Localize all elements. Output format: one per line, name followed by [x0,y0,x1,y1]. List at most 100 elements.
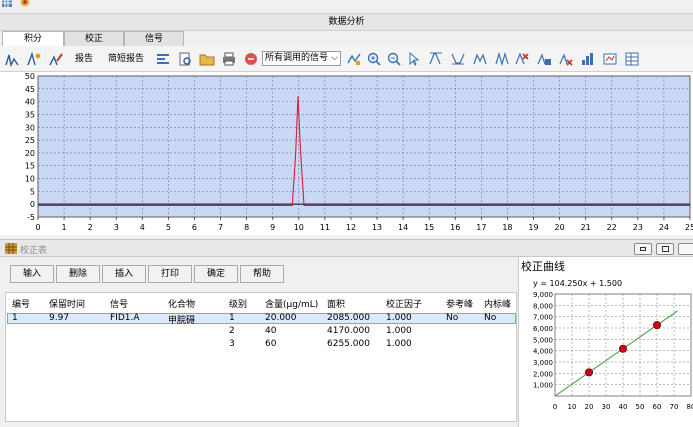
brief-report-button[interactable]: 简短报告 [108,53,144,65]
cell-area[interactable]: 4170.000 [327,326,370,336]
col-header-number[interactable]: 编号 [12,297,30,310]
y-tick-label: 40 [25,98,35,107]
col-header-amount[interactable]: 含量(μg/mL) [265,297,318,310]
x-tick-label: 17 [476,223,486,232]
export-icon[interactable] [602,51,618,67]
y-tick-label: 0 [30,200,35,209]
calibration-window-title: 校正表 [20,246,48,256]
table-icon[interactable] [624,51,640,67]
integrate-icon[interactable] [4,51,20,67]
chromatogram-chart[interactable]: 50454035302520151050-50 1 2 3 4 5 6 7 8 9 10 11 12 13… [0,72,693,235]
x-tick-label: 14 [398,223,408,232]
pointer-icon[interactable] [406,51,422,67]
tangent-icon[interactable] [494,51,510,67]
window-title: 数据分析 [0,13,693,31]
folder-icon[interactable] [199,51,215,67]
cell-factor[interactable]: 1.000 [386,326,412,336]
color-icon[interactable] [346,51,362,67]
col-header-retention-time[interactable]: 保留时间 [49,297,85,310]
manual-integrate-icon[interactable] [26,51,42,67]
y-tick-label: 8,000 [533,302,553,310]
zoom-in-icon[interactable] [366,51,382,67]
x-tick-label: 10 [568,403,577,411]
col-header-compound[interactable]: 化合物 [168,297,195,310]
cell-level[interactable]: 3 [229,339,235,349]
y-tick-label: 10 [25,175,35,184]
y-tick-label: 30 [25,123,35,132]
signal-select[interactable]: 所有调用的信号 ⌵ [262,51,341,66]
y-tick-label: 35 [25,110,35,119]
remove-icon[interactable] [558,51,574,67]
cell-retention-time[interactable]: 9.97 [49,313,69,323]
cell-area[interactable]: 6255.000 [327,339,370,349]
x-tick-label: 50 [636,403,645,411]
split-peak-icon[interactable] [472,51,488,67]
delete-button[interactable]: 删除 [56,265,100,283]
x-tick-label: 70 [670,403,679,411]
grid-icon[interactable] [2,0,12,7]
edit-peak-icon[interactable] [48,51,64,67]
x-tick-label: 60 [653,403,662,411]
chart-icon[interactable] [580,51,596,67]
x-tick-label: 0 [553,403,557,411]
cell-level[interactable]: 1 [229,313,235,323]
col-header-level[interactable]: 级别 [229,297,247,310]
col-header-istd[interactable]: 内标峰 [484,297,511,310]
y-tick-label: 6,000 [533,325,553,333]
cell-amount[interactable]: 60 [265,339,276,349]
insert-button[interactable]: 插入 [102,265,146,283]
cell-compound[interactable]: 甲脘碍 [168,313,195,326]
col-header-reference[interactable]: 参考峰 [446,297,473,310]
cell-number[interactable]: 1 [12,313,18,323]
print-button[interactable]: 打印 [148,265,192,283]
tab-signal[interactable]: 信号 [124,31,184,46]
help-button[interactable]: 帮助 [240,265,284,283]
y-tick-label: 20 [25,149,35,158]
x-tick-label: 80 [687,403,693,411]
cell-factor[interactable]: 1.000 [386,313,412,323]
app-icon[interactable] [20,0,30,7]
baseline-icon[interactable] [428,51,444,67]
calibration-equation: y = 104.250x + 1.500 [533,279,622,288]
chromatogram-panel: 50 45 40 35 30 25 20 15 10 5 0 -5 0 1 2 3 4 5 6 7 8 9 10 11 12 13… [0,72,693,235]
tab-calibration[interactable]: 校正 [64,31,124,46]
valley-icon[interactable] [450,51,466,67]
restore-button[interactable] [656,243,674,255]
calibration-window: 校正表 输入 删除 插入 打印 确定 帮助 编号 保留时间 信号 化合物 级别 … [0,239,693,427]
col-header-factor[interactable]: 校正因子 [386,297,422,310]
cell-area[interactable]: 2085.000 [327,313,370,323]
cell-level[interactable]: 2 [229,326,235,336]
tab-integration[interactable]: 积分 [2,31,64,46]
preview-icon[interactable] [177,51,193,67]
print-icon[interactable] [221,51,237,67]
delete-peak-icon[interactable] [514,51,530,67]
input-button[interactable]: 输入 [10,265,54,283]
cell-signal[interactable]: FID1.A [110,313,140,323]
confirm-button[interactable]: 确定 [194,265,238,283]
close-button[interactable] [678,243,693,255]
calibration-curve-chart[interactable]: 校正曲线 y = 104.250x + 1.500 9,000 8,000 7,000 6… [519,257,693,427]
col-header-area[interactable]: 面积 [327,297,345,310]
x-tick-label: 16 [450,223,460,232]
cell-factor[interactable]: 1.000 [386,339,412,349]
x-tick-label: 5 [166,223,171,232]
y-tick-label: 15 [25,162,35,171]
calibration-point [585,368,594,377]
cell-amount[interactable]: 20.000 [265,313,297,323]
y-tick-label: 3,000 [533,359,553,367]
x-tick-label: 7 [218,223,223,232]
zoom-out-icon[interactable] [386,51,402,67]
signal-icon[interactable] [243,51,259,67]
x-tick-label: 40 [619,403,628,411]
layout-icon[interactable] [155,51,171,67]
y-tick-label: 2,000 [533,370,553,378]
selected-row-highlight[interactable] [7,313,516,324]
y-tick-label: 1,000 [533,382,553,390]
cell-istd[interactable]: No [484,313,496,323]
peak-table-icon[interactable] [536,51,552,67]
cell-amount[interactable]: 40 [265,326,276,336]
report-button[interactable]: 报告 [75,53,93,65]
col-header-signal[interactable]: 信号 [110,297,128,310]
minimize-button[interactable] [634,243,652,255]
cell-reference[interactable]: No [446,313,458,323]
